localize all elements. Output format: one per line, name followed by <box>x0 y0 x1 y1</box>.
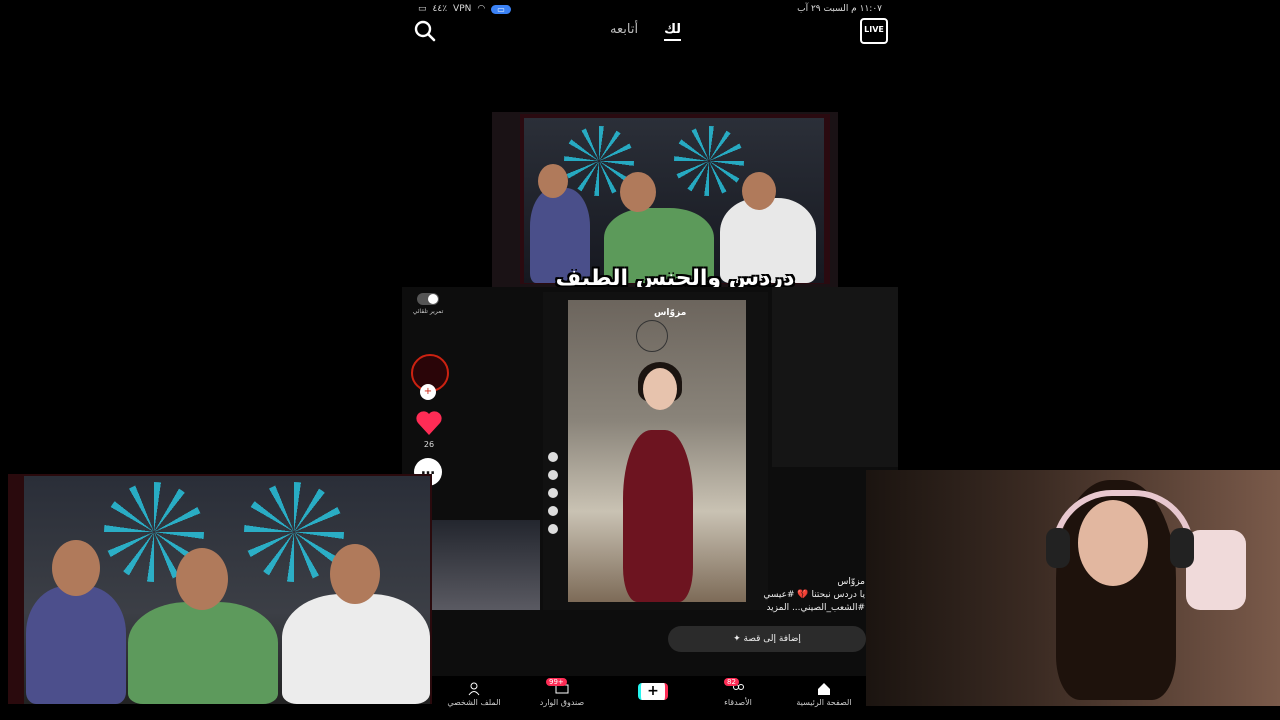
person-head <box>538 164 568 198</box>
webcam-right <box>866 470 1280 706</box>
home-icon <box>818 683 830 695</box>
top-nav: أتابعه لك LIVE <box>410 18 890 48</box>
status-datetime: ١١:٠٧ م السبت ٢٩ آب <box>797 4 882 14</box>
profile-icon <box>468 682 480 696</box>
share-icon <box>548 524 558 534</box>
follow-plus-icon[interactable]: + <box>420 384 436 400</box>
person-left <box>26 586 126 704</box>
nav-home[interactable]: الصفحة الرئيسية <box>784 682 864 707</box>
bookmark-icon <box>548 506 558 516</box>
gaming-chair <box>1186 530 1246 610</box>
dress <box>623 430 693 602</box>
neon-light <box>244 482 344 582</box>
nav-profile-label: الملف الشخصي <box>447 698 501 707</box>
like-count: 26 <box>423 440 435 449</box>
search-icon[interactable] <box>412 18 438 44</box>
person-head <box>330 544 380 604</box>
add-to-story-button[interactable]: ✦ إضافة إلى قصة <box>668 626 866 652</box>
video-description: مزوّاس يا دردس نبحتنا 💔 #عيسي #الشعب_الص… <box>755 576 865 615</box>
screen-record-icon: ▭ <box>491 4 511 14</box>
vpn-indicator: VPN <box>453 4 472 14</box>
description-text[interactable]: يا دردس نبحتنا 💔 #عيسي #الشعب_الصيني... … <box>755 589 865 615</box>
person-head <box>176 548 228 610</box>
avatar-icon <box>548 452 558 462</box>
heart-icon[interactable] <box>414 408 444 438</box>
neon-light <box>674 126 744 196</box>
create-button[interactable]: + <box>638 683 668 700</box>
tab-for-you[interactable]: لك <box>664 22 682 41</box>
battery-icon: ▭ <box>418 4 427 14</box>
person-head <box>620 172 656 212</box>
nav-profile[interactable]: الملف الشخصي <box>434 682 514 707</box>
webcam-left <box>24 476 430 704</box>
add-to-story-label: إضافة إلى قصة <box>743 634 801 644</box>
inbox-badge: 99+ <box>546 678 567 686</box>
lamp <box>636 320 668 352</box>
person-center <box>128 602 278 704</box>
live-icon[interactable]: LIVE <box>860 18 888 44</box>
headset-earcup <box>1170 528 1194 568</box>
panel-shadow <box>772 287 898 467</box>
video-room-scene <box>524 118 824 283</box>
sparkle-icon: ✦ <box>733 634 741 644</box>
battery-level: ٤٤٪ <box>432 4 448 14</box>
inset-video <box>430 520 540 610</box>
autoscroll-label: تمرير تلقائي <box>412 308 444 315</box>
heart-icon <box>548 470 558 480</box>
headset-earcup <box>1046 528 1070 568</box>
nav-inbox-label: صندوق الوارد <box>539 698 585 707</box>
video-watermark: مزوّاس <box>654 308 687 318</box>
nav-friends[interactable]: الأصدقاء <box>698 682 778 707</box>
friends-badge: 82 <box>724 678 739 686</box>
person-right <box>282 594 430 704</box>
autoscroll-toggle[interactable]: تمرير تلقائي <box>410 293 446 315</box>
person-head <box>52 540 100 596</box>
creator-username[interactable]: مزوّاس <box>755 576 865 589</box>
toggle-icon[interactable] <box>417 293 439 305</box>
wifi-icon: ◠ <box>477 4 486 14</box>
mini-rail <box>545 452 561 602</box>
embedded-video[interactable]: مزوّاس <box>568 300 746 602</box>
bottom-nav: الملف الشخصي صندوق الوارد 99+ + الأصدقاء… <box>430 676 866 720</box>
face <box>643 368 677 410</box>
nav-friends-label: الأصدقاء <box>724 698 752 707</box>
comment-icon <box>548 488 558 498</box>
person-head <box>742 172 776 210</box>
nav-home-label: الصفحة الرئيسية <box>796 698 852 707</box>
tab-following[interactable]: أتابعه <box>610 22 638 41</box>
